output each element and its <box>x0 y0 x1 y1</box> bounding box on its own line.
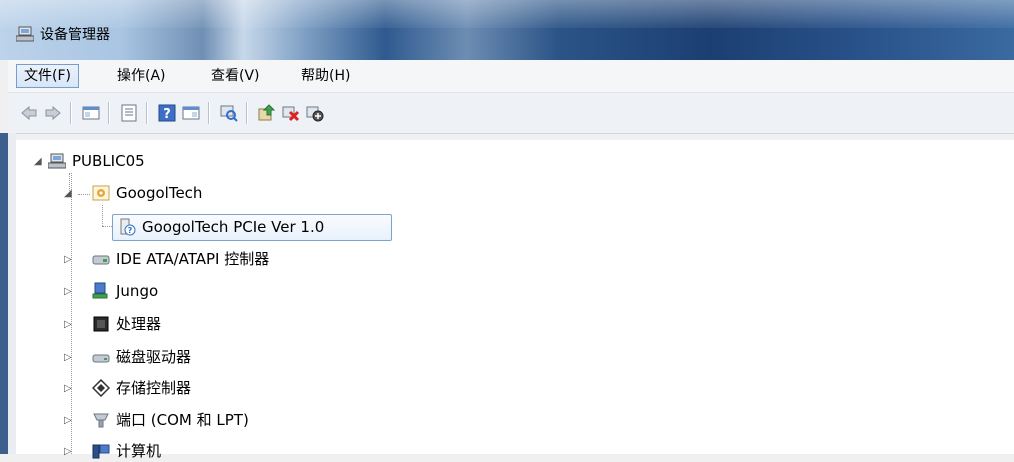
show-hide-console-tree-icon[interactable] <box>82 104 100 122</box>
uninstall-device-icon[interactable] <box>282 104 300 122</box>
device-category-icon <box>92 185 110 201</box>
device-tree[interactable]: ◢ PUBLIC05 ◢ GoogolTech ? GoogolTech PCI… <box>16 140 1014 460</box>
expand-arrow-icon[interactable]: ▷ <box>64 255 74 265</box>
tree-line <box>102 205 103 226</box>
tree-item-label: IDE ATA/ATAPI 控制器 <box>116 250 270 268</box>
processor-icon <box>93 316 109 332</box>
toolbar-separator <box>208 102 210 124</box>
tree-item-label: 计算机 <box>116 442 162 460</box>
tree-item-label: GoogolTech <box>116 184 203 202</box>
title-bar-gloss <box>0 0 1014 28</box>
port-connector-icon <box>93 413 109 428</box>
tree-line <box>71 173 72 454</box>
jungo-device-icon <box>92 282 108 299</box>
window-frame-left <box>0 133 8 454</box>
tree-item-label: 处理器 <box>116 315 162 333</box>
update-driver-icon[interactable] <box>258 104 276 122</box>
tree-item-label: 磁盘驱动器 <box>116 348 192 366</box>
help-icon[interactable]: ? <box>158 104 176 122</box>
menu-help[interactable]: 帮助(H) <box>294 65 357 87</box>
back-arrow-icon[interactable] <box>20 104 38 122</box>
svg-text:?: ? <box>163 107 171 122</box>
collapse-arrow-icon[interactable]: ◢ <box>64 189 74 199</box>
forward-arrow-icon[interactable] <box>44 104 62 122</box>
storage-controller-icon <box>92 379 110 397</box>
tree-line <box>78 194 90 195</box>
tree-item-label: 端口 (COM 和 LPT) <box>116 411 249 429</box>
toolbar-separator <box>146 102 148 124</box>
properties-icon[interactable] <box>120 104 138 122</box>
menu-bar: 文件(F) 操作(A) 查看(V) 帮助(H) <box>8 60 1014 93</box>
expand-arrow-icon[interactable]: ▷ <box>64 287 74 297</box>
expand-arrow-icon[interactable]: ▷ <box>64 353 74 363</box>
toolbar-separator <box>70 102 72 124</box>
computer-icon <box>92 444 110 459</box>
scan-hardware-icon[interactable] <box>220 104 238 122</box>
disable-device-icon[interactable] <box>306 104 324 122</box>
action-pane-icon[interactable] <box>182 104 200 122</box>
menu-action[interactable]: 操作(A) <box>110 65 173 87</box>
expand-arrow-icon[interactable]: ▷ <box>64 416 74 426</box>
menu-view[interactable]: 查看(V) <box>204 65 267 87</box>
svg-text:?: ? <box>128 226 133 235</box>
unknown-device-icon: ? <box>120 218 136 236</box>
computer-icon <box>48 153 66 169</box>
window-title: 设备管理器 <box>40 27 110 43</box>
menu-file[interactable]: 文件(F) <box>16 64 79 88</box>
expand-arrow-icon[interactable]: ▷ <box>64 320 74 330</box>
tree-item-label: 存储控制器 <box>116 379 192 397</box>
toolbar-separator <box>108 102 110 124</box>
expand-arrow-icon[interactable]: ▷ <box>64 447 74 457</box>
device-manager-icon <box>16 26 34 42</box>
toolbar-separator <box>246 102 248 124</box>
tree-item-label: Jungo <box>116 282 159 300</box>
window-frame-inner <box>8 133 16 454</box>
collapse-arrow-icon[interactable]: ◢ <box>34 157 44 167</box>
tree-root-label: PUBLIC05 <box>72 152 145 170</box>
ide-controller-icon <box>92 255 110 265</box>
expand-arrow-icon[interactable]: ▷ <box>64 384 74 394</box>
tree-item-label: GoogolTech PCIe Ver 1.0 <box>142 218 325 236</box>
title-bar[interactable]: 设备管理器 <box>0 0 1014 60</box>
disk-drive-icon <box>92 354 110 363</box>
toolbar: ? <box>8 93 1014 134</box>
